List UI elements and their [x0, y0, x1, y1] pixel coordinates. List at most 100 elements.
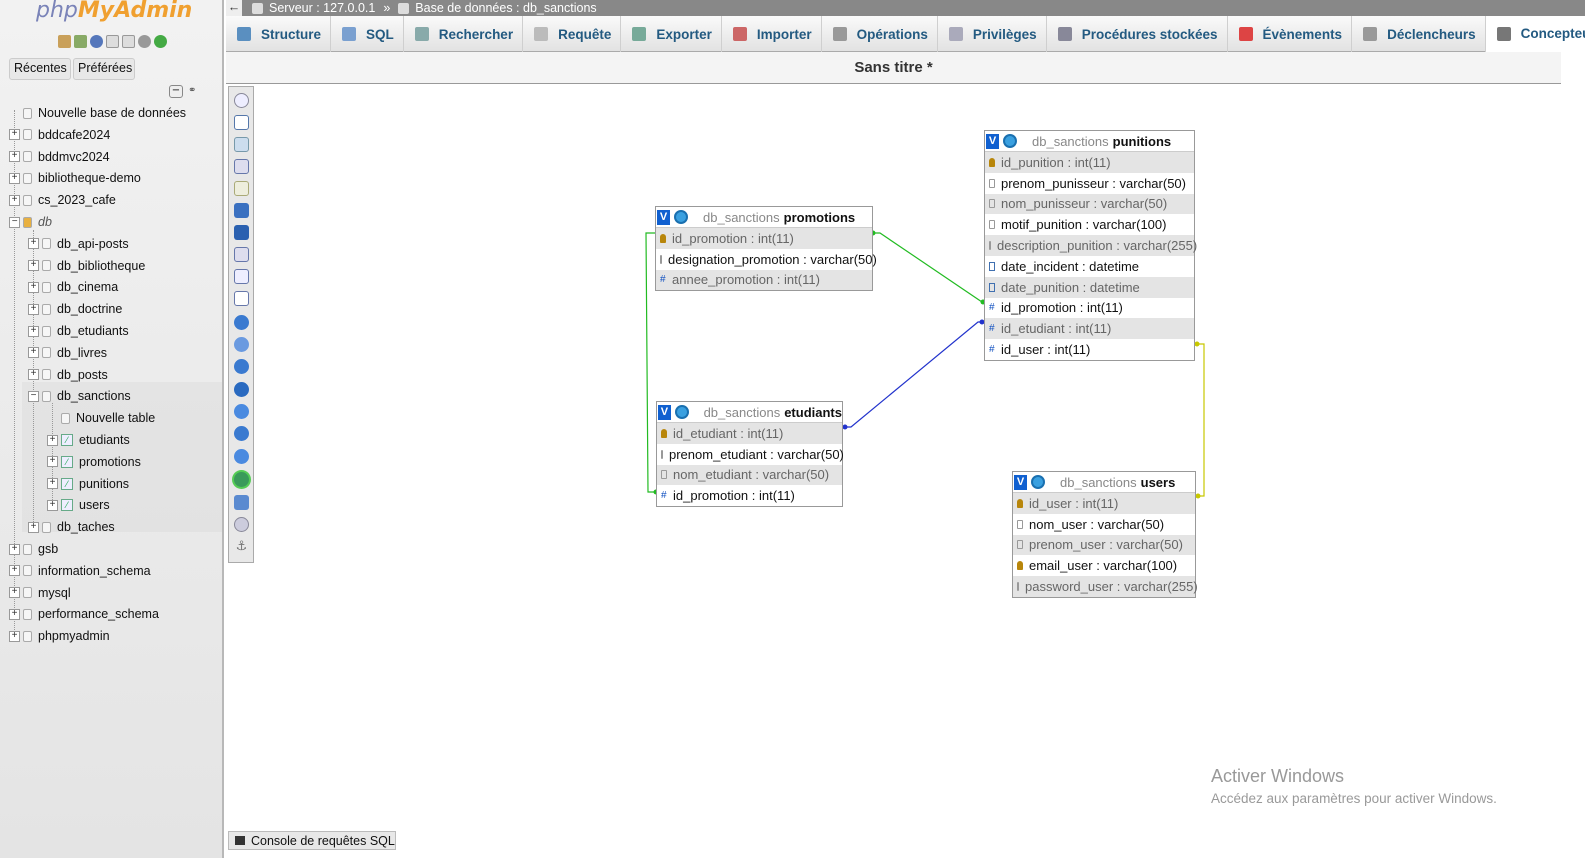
tree-item[interactable]: + db_cinema — [28, 277, 118, 297]
expand-icon[interactable]: + — [9, 194, 20, 206]
table-column-row[interactable]: id_user : int(11) — [1013, 493, 1195, 514]
relation-line[interactable] — [1197, 343, 1205, 497]
tree-item[interactable]: + db_api-posts — [28, 234, 129, 254]
expand-icon[interactable]: + — [9, 565, 20, 577]
designer-table-punitions[interactable]: Vdb_sanctions punitions id_punition : int(… — [984, 130, 1197, 361]
link-with-main-icon[interactable]: ⚭ — [188, 85, 202, 98]
gear-icon[interactable] — [674, 210, 688, 224]
back-arrow-icon[interactable]: ← — [226, 0, 242, 16]
tab-import[interactable]: Importer — [722, 16, 822, 52]
expand-icon[interactable]: + — [9, 608, 20, 620]
tree-item-label[interactable]: cs_2023_cafe — [38, 193, 116, 207]
gear-icon[interactable] — [674, 405, 689, 419]
tab-designer[interactable]: Concepteur — [1485, 16, 1585, 52]
tree-item[interactable]: + ⁄ etudiants — [47, 430, 130, 450]
table-column-row[interactable]: # id_promotion : int(11) — [657, 485, 842, 506]
designer-page-title[interactable]: Sans titre * — [226, 52, 1561, 84]
table-header[interactable]: Vdb_sanctions punitions — [985, 131, 1194, 152]
tree-item[interactable]: + cs_2023_cafe — [9, 190, 116, 210]
expand-icon[interactable]: + — [47, 434, 58, 446]
tree-item-label[interactable]: db_bibliotheque — [57, 259, 145, 273]
reload-icon[interactable] — [154, 35, 167, 48]
tree-item-label[interactable]: db_sanctions — [57, 389, 131, 403]
table-column-row[interactable]: id_promotion : int(11) — [656, 228, 872, 249]
tree-item[interactable]: + ⁄ punitions — [47, 474, 129, 494]
expand-icon[interactable]: + — [9, 172, 20, 184]
tree-item-label[interactable]: bddcafe2024 — [38, 128, 110, 142]
gear-icon[interactable] — [1031, 475, 1045, 489]
tree-item[interactable]: + gsb — [9, 539, 58, 559]
gear-icon[interactable] — [1003, 134, 1017, 148]
tab-favorites[interactable]: Préférées — [73, 58, 135, 80]
tree-item[interactable]: Nouvelle base de données — [9, 103, 186, 123]
table-column-row[interactable]: nom_user : varchar(50) — [1013, 514, 1195, 535]
expand-icon[interactable]: + — [47, 499, 58, 511]
table-column-row[interactable]: # id_user : int(11) — [985, 339, 1194, 360]
table-column-row[interactable]: # id_etudiant : int(11) — [985, 318, 1194, 340]
tab-clock[interactable]: Évènements — [1228, 16, 1353, 52]
tree-item-label[interactable]: Nouvelle table — [76, 411, 155, 425]
collapse-icon[interactable]: − — [9, 216, 20, 228]
tab-query[interactable]: Requête — [523, 16, 622, 52]
tree-item[interactable]: − db_sanctions — [28, 386, 131, 406]
table-header[interactable]: Vdb_sanctions etudiants — [657, 402, 842, 423]
designer-table-promotions[interactable]: Vdb_sanctions promotions id_promotion : in… — [655, 206, 877, 292]
table-column-row[interactable]: description_punition : varchar(255) — [985, 235, 1197, 256]
tree-item-label[interactable]: phpmyadmin — [38, 629, 110, 643]
collapse-all-icon[interactable]: − — [169, 85, 183, 98]
relation-line[interactable] — [843, 321, 985, 428]
tree-item-label[interactable]: db_taches — [57, 520, 115, 534]
tree-item[interactable]: + phpmyadmin — [9, 626, 110, 646]
tree-item-label[interactable]: Nouvelle base de données — [38, 106, 186, 120]
tree-item[interactable]: + db_bibliotheque — [28, 256, 145, 276]
phpmyadmin-logo[interactable]: phpMyAdmin — [36, 0, 192, 23]
table-column-row[interactable]: date_incident : datetime — [985, 256, 1194, 277]
tree-item-label[interactable]: performance_schema — [38, 607, 159, 621]
tree-item-label[interactable]: gsb — [38, 542, 58, 556]
logout-icon[interactable] — [74, 35, 87, 48]
tab-structure[interactable]: Structure — [226, 16, 332, 52]
tree-item-label[interactable]: information_schema — [38, 564, 151, 578]
tab-search[interactable]: Rechercher — [404, 16, 524, 52]
expand-icon[interactable]: + — [9, 630, 20, 642]
expand-icon[interactable]: + — [28, 347, 39, 359]
tree-item-label[interactable]: db_livres — [57, 346, 107, 360]
tree-item-label[interactable]: db_etudiants — [57, 324, 129, 338]
tree-item[interactable]: − db — [9, 212, 52, 232]
toggle-columns-button[interactable]: V — [657, 209, 670, 225]
table-column-row[interactable]: email_user : varchar(100) — [1013, 555, 1195, 576]
expand-icon[interactable]: + — [28, 238, 39, 250]
tree-item[interactable]: + information_schema — [9, 561, 151, 581]
sql-docs-icon[interactable] — [122, 35, 135, 48]
tree-item[interactable]: + db_doctrine — [28, 299, 122, 319]
tab-sql[interactable]: SQL — [331, 16, 404, 52]
help-icon[interactable] — [90, 35, 103, 48]
tree-item[interactable]: + db_posts — [28, 365, 108, 385]
table-header[interactable]: Vdb_sanctions promotions — [656, 207, 872, 228]
expand-icon[interactable]: + — [28, 521, 39, 533]
expand-icon[interactable]: + — [9, 587, 20, 599]
table-column-row[interactable]: date_punition : datetime — [985, 276, 1194, 298]
table-column-row[interactable]: nom_etudiant : varchar(50) — [657, 464, 842, 486]
expand-icon[interactable]: + — [28, 281, 39, 293]
tree-item[interactable]: + bibliotheque-demo — [9, 168, 141, 188]
breadcrumb-database[interactable]: Base de données : db_sanctions — [398, 1, 597, 15]
table-header[interactable]: Vdb_sanctions users — [1013, 472, 1195, 493]
tab-privileges[interactable]: Privilèges — [938, 16, 1047, 52]
docs-icon[interactable] — [106, 35, 119, 48]
tree-item[interactable]: + ⁄ users — [47, 495, 110, 515]
settings-icon[interactable] — [138, 35, 151, 48]
table-column-row[interactable]: motif_punition : varchar(100) — [985, 214, 1194, 235]
table-column-row[interactable]: # id_promotion : int(11) — [985, 298, 1194, 319]
tree-item[interactable]: + db_taches — [28, 517, 115, 537]
collapse-icon[interactable]: − — [28, 390, 39, 402]
tree-item-label[interactable]: db_cinema — [57, 280, 118, 294]
home-icon[interactable] — [58, 35, 71, 48]
tree-item-label[interactable]: users — [79, 498, 110, 512]
tree-item[interactable]: + mysql — [9, 583, 71, 603]
tree-item-label[interactable]: db_api-posts — [57, 237, 129, 251]
tab-routines[interactable]: Procédures stockées — [1047, 16, 1228, 52]
table-column-row[interactable]: prenom_user : varchar(50) — [1013, 534, 1195, 556]
tree-item[interactable]: + db_livres — [28, 343, 107, 363]
tab-triggers[interactable]: Déclencheurs — [1352, 16, 1486, 52]
